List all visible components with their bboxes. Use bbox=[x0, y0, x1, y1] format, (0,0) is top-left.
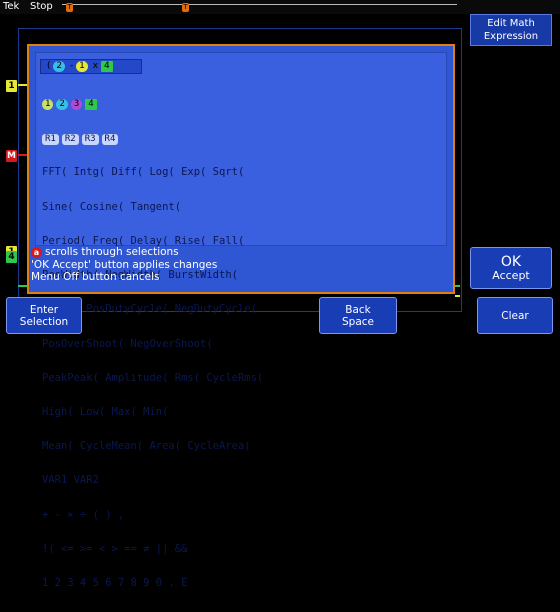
help-line-cancel: Menu Off button cancels bbox=[31, 271, 160, 283]
channel-1-trace bbox=[18, 84, 27, 86]
channel-chip-4[interactable]: 4 bbox=[85, 98, 97, 110]
channel-4-marker: 4 bbox=[6, 251, 17, 263]
channel-1-marker: 1 bbox=[6, 80, 17, 92]
ref-chip-r2[interactable]: R2 bbox=[61, 133, 79, 145]
function-row[interactable]: Mean( CycleMean( Area( CycleArea( bbox=[42, 440, 263, 452]
ref-chip-r4[interactable]: R4 bbox=[101, 133, 119, 145]
expression-field[interactable]: ( 2 - 1 x 4 bbox=[40, 59, 142, 74]
function-row[interactable]: PeakPeak( Amplitude( Rms( CycleRms( bbox=[42, 372, 263, 384]
channel-chip-2[interactable]: 2 bbox=[56, 98, 68, 110]
channel-4-trace bbox=[18, 285, 27, 287]
variable-row[interactable]: VAR1 VAR2 bbox=[42, 474, 263, 486]
side-menu bbox=[464, 14, 560, 340]
expr-chip-channel-1: 1 bbox=[76, 61, 88, 72]
number-row[interactable]: 1 2 3 4 5 6 7 8 9 0 . E bbox=[42, 577, 263, 589]
comparison-row[interactable]: !( <= >= < > == ≠ || && bbox=[42, 543, 263, 555]
channel-1-trace-right bbox=[455, 295, 460, 297]
math-trace bbox=[18, 154, 27, 156]
help-line-scroll: scrolls through selections bbox=[45, 246, 179, 258]
status-bar: Tek Stop T T bbox=[0, 0, 560, 14]
back-space-button[interactable]: Back Space bbox=[319, 297, 397, 334]
channel-chip-row: 1234 bbox=[42, 98, 263, 110]
record-bar bbox=[62, 4, 457, 11]
acquisition-state: Stop bbox=[30, 1, 53, 12]
ref-chip-r1[interactable]: R1 bbox=[42, 133, 59, 145]
enter-selection-button[interactable]: Enter Selection bbox=[6, 297, 82, 334]
expr-chip-channel-4: 4 bbox=[100, 61, 113, 72]
math-marker: M bbox=[6, 150, 17, 162]
selection-list[interactable]: 1234 R1 R2 R3 R4 FFT( Intg( Diff( Log( Exp(… bbox=[42, 75, 263, 612]
help-line-accept: 'OK Accept' button applies changes bbox=[31, 258, 218, 271]
operator-row[interactable]: + - × ÷ ( ) , bbox=[42, 509, 263, 521]
multipurpose-knob-a-icon: a bbox=[31, 246, 42, 258]
expr-operator-times: x bbox=[92, 61, 99, 71]
clear-button[interactable]: Clear bbox=[477, 297, 553, 334]
edit-math-dialog: ( 2 - 1 x 4 1234 R1 R2 R3 R4 FFT( Intg( Dif… bbox=[27, 44, 455, 589]
expr-operator-minus: - bbox=[70, 61, 74, 71]
trigger-point-marker: T bbox=[182, 3, 189, 12]
function-row[interactable]: PosOverShoot( NegOverShoot( bbox=[42, 338, 263, 350]
side-menu-title: Edit Math Expression bbox=[470, 14, 552, 46]
trigger-position-marker: T bbox=[66, 3, 73, 12]
brand-label: Tek bbox=[3, 1, 20, 12]
ref-chip-r3[interactable]: R3 bbox=[81, 133, 99, 145]
channel-chip-1[interactable]: 1 bbox=[42, 98, 54, 110]
help-text: a scrolls through selections 'OK Accept' … bbox=[31, 246, 451, 284]
ref-chip-row: R1 R2 R3 R4 bbox=[42, 133, 263, 145]
expression-editor: ( 2 - 1 x 4 1234 R1 R2 R3 R4 FFT( Intg( Dif… bbox=[35, 52, 447, 589]
function-row[interactable]: High( Low( Max( Min( bbox=[42, 406, 263, 418]
ok-accept-button[interactable]: OK Accept bbox=[470, 247, 552, 289]
expr-chip-channel-2: 2 bbox=[53, 61, 66, 72]
channel-chip-3[interactable]: 3 bbox=[70, 98, 83, 110]
function-row[interactable]: FFT( Intg( Diff( Log( Exp( Sqrt( bbox=[42, 167, 263, 179]
channel-4-trace-right bbox=[455, 285, 460, 287]
function-row[interactable]: Sine( Cosine( Tangent( bbox=[42, 201, 263, 213]
